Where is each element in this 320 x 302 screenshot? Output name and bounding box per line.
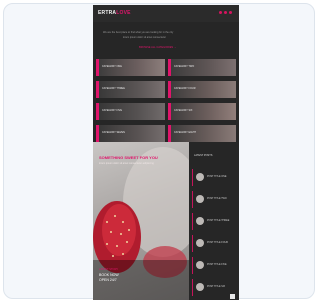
site-logo[interactable]: ERTRALOVE — [98, 10, 131, 16]
tile-label: CATEGORY ONE — [102, 65, 122, 68]
tile-accent — [168, 59, 171, 76]
category-tile[interactable]: CATEGORY SEVEN — [96, 125, 165, 142]
tile-label: CATEGORY SIX — [174, 109, 193, 112]
category-tile[interactable]: CATEGORY THREE — [96, 81, 165, 98]
post-thumbnail — [196, 217, 204, 225]
post-title: POST TITLE FOUR — [207, 241, 229, 244]
logo-accent: LOVE — [116, 10, 131, 16]
post-thumbnail — [196, 283, 204, 291]
tile-label: CATEGORY FOUR — [174, 87, 196, 90]
tile-label: CATEGORY SEVEN — [102, 131, 125, 134]
tile-label: CATEGORY FIVE — [102, 109, 123, 112]
post-title: POST TITLE SIX — [207, 285, 226, 288]
hero-title-2: OPEN 24/7 — [99, 278, 117, 282]
tile-accent — [96, 59, 99, 76]
sidebar-post[interactable]: POST TITLE ONE — [192, 169, 236, 186]
post-thumbnail — [196, 239, 204, 247]
post-title: POST TITLE ONE — [207, 175, 227, 178]
scroll-to-top-icon[interactable] — [230, 294, 235, 299]
sidebar-post[interactable]: POST TITLE FOUR — [192, 235, 236, 252]
tile-label: CATEGORY TWO — [174, 65, 195, 68]
menu-icon[interactable] — [229, 11, 232, 14]
post-title: POST TITLE FIVE — [207, 263, 227, 266]
hero-headline: SOMETHING SWEET FOR YOU — [99, 155, 158, 160]
category-tile[interactable]: CATEGORY ONE — [96, 59, 165, 76]
hero-title-1: BOOK NOW — [99, 273, 119, 277]
intro-text: We are the best place to find what you a… — [103, 31, 174, 34]
post-title: POST TITLE THREE — [207, 219, 230, 222]
hero-tag: LATEST STORY — [99, 268, 119, 271]
tile-accent — [168, 81, 171, 98]
sidebar-heading: LATEST POSTS — [194, 154, 213, 157]
tile-accent — [168, 103, 171, 120]
tile-label: CATEGORY EIGHT — [174, 131, 197, 134]
post-thumbnail — [196, 173, 204, 181]
tile-label: CATEGORY THREE — [102, 87, 125, 90]
post-thumbnail — [196, 261, 204, 269]
tile-accent — [168, 125, 171, 142]
post-thumbnail — [196, 195, 204, 203]
tile-accent — [96, 125, 99, 142]
sidebar-post[interactable]: POST TITLE FIVE — [192, 257, 236, 274]
browse-categories-link[interactable]: BROWSE ALL CATEGORIES → — [139, 46, 176, 49]
sidebar: LATEST POSTS POST TITLE ONE POST TITLE T… — [190, 142, 239, 300]
logo-main: ERTRA — [98, 10, 117, 16]
category-tile[interactable]: CATEGORY SIX — [168, 103, 236, 120]
category-tile[interactable]: CATEGORY TWO — [168, 59, 236, 76]
category-tile[interactable]: CATEGORY FOUR — [168, 81, 236, 98]
tile-accent — [96, 81, 99, 98]
search-icon[interactable] — [219, 11, 222, 14]
user-icon[interactable] — [224, 11, 227, 14]
site-header: ERTRALOVE — [93, 5, 239, 22]
website-screenshot: ERTRALOVE We are the best place to find … — [93, 5, 239, 300]
hero-banner[interactable]: SOMETHING SWEET FOR YOU lorem ipsum dolo… — [93, 142, 189, 300]
post-title: POST TITLE TWO — [207, 197, 227, 200]
sidebar-post[interactable]: POST TITLE THREE — [192, 213, 236, 230]
intro-subtext: lorem ipsum dolor sit amet consectetur — [123, 36, 166, 39]
hero-subline: lorem ipsum dolor sit amet consectetur a… — [99, 162, 154, 165]
sidebar-post[interactable]: POST TITLE TWO — [192, 191, 236, 208]
tile-accent — [96, 103, 99, 120]
category-tile[interactable]: CATEGORY EIGHT — [168, 125, 236, 142]
category-tile[interactable]: CATEGORY FIVE — [96, 103, 165, 120]
